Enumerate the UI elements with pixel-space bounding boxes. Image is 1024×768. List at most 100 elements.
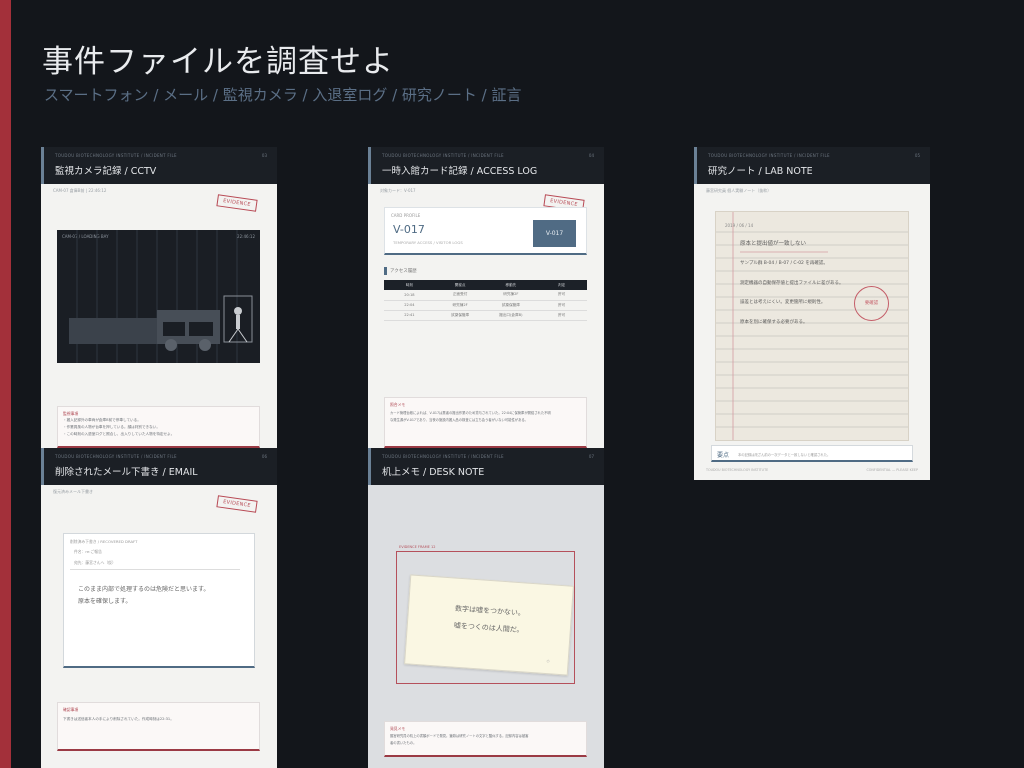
card-badge: V-017	[533, 220, 576, 247]
footer-right: CONFIDENTIAL — PLEASE KEEP	[866, 468, 919, 472]
footer-left: TOUDOU BIOTECHNOLOGY INSTITUTE	[706, 468, 769, 472]
card-profile: CARD PROFILE V-017 TEMPORARY ACCESS / VI…	[384, 207, 587, 255]
summary-text: 本の記録は改ざん前の一次データと一致しないと確認された。	[738, 453, 831, 457]
desk-note-card[interactable]: TOUDOU BIOTECHNOLOGY INSTITUTE / INCIDEN…	[368, 448, 604, 768]
note-line: 誤差とは考えにくい。変更箇所に規則性。	[740, 300, 826, 305]
table-cell: 搬出口(倉庫B)	[485, 310, 537, 321]
card-header: TOUDOU BIOTECHNOLOGY INSTITUTE / INCIDEN…	[368, 448, 604, 485]
discovery-memo: 発見メモ 藤宮研究員の机上の書類ボードで発見。筆跡は研究ノートの文字と酷似する。…	[384, 721, 587, 757]
card-caption: 藤宮研究員 個人実験ノート（抜粋）	[706, 188, 772, 193]
memo-title: 監視事項	[63, 411, 79, 416]
card-meta: TOUDOU BIOTECHNOLOGY INSTITUTE / INCIDEN…	[708, 153, 830, 158]
evidence-stamp: EVIDENCE	[216, 495, 258, 513]
table-cell: 試薬保管庫	[434, 310, 486, 321]
table-header: 開錠点	[434, 280, 486, 290]
card-caption: 復元済みメール下書き	[53, 489, 93, 494]
note-line: 原本を別に確保する必要がある。	[740, 320, 808, 325]
card-header: TOUDOU BIOTECHNOLOGY INSTITUTE / INCIDEN…	[368, 147, 604, 184]
note-line: サンプル群 B-04 / B-07 / C-02 を再確認。	[740, 261, 828, 266]
access-log-card[interactable]: TOUDOU BIOTECHNOLOGY INSTITUTE / INCIDEN…	[368, 147, 604, 448]
table-cell: 許可	[536, 300, 587, 311]
note-line: 原本と提出値が一致しない	[740, 241, 807, 247]
card-number: 07	[588, 454, 594, 459]
card-meta: TOUDOU BIOTECHNOLOGY INSTITUTE / INCIDEN…	[382, 454, 504, 459]
lab-note-card[interactable]: TOUDOU BIOTECHNOLOGY INSTITUTE / INCIDEN…	[694, 147, 930, 480]
memo-title: 照合メモ	[390, 402, 406, 407]
card-meta: TOUDOU BIOTECHNOLOGY INSTITUTE / INCIDEN…	[55, 454, 177, 459]
note-mark: ◇	[546, 658, 550, 664]
cctv-card[interactable]: TOUDOU BIOTECHNOLOGY INSTITUTE / INCIDEN…	[41, 147, 277, 448]
card-meta: TOUDOU BIOTECHNOLOGY INSTITUTE / INCIDEN…	[55, 153, 177, 158]
mail-body: 原本を確保します。	[78, 598, 132, 605]
table-header: 移動先	[485, 280, 537, 290]
memo-line: カード管理台帳によれば、V-017は業者の搬出作業のため貸与されていた。22:0…	[390, 411, 551, 415]
card-number: 06	[261, 454, 267, 459]
cctv-frame: CAM-07 / LOADING BAY 22:46:12	[57, 230, 260, 363]
card-number: 03	[261, 153, 267, 158]
table-cell: 20:18	[384, 290, 435, 301]
access-table: 時刻 開錠点 移動先 判定 20:18 正面受付 研究棟2F 許可 22:04 …	[384, 280, 587, 321]
mail-meta: 削除済み下書き / RECOVERED DRAFT	[70, 539, 138, 544]
note-date: 2019 / 06 / 14	[725, 223, 754, 228]
memo-line: 者の書いたもの。	[390, 741, 417, 745]
card-title: 監視カメラ記録 / CCTV	[55, 166, 157, 177]
mail-body: このまま内部で処理するのは危険だと思います。	[78, 586, 210, 593]
section-marker	[384, 267, 387, 275]
cross-check-memo: 照合メモ カード管理台帳によれば、V-017は業者の搬出作業のため貸与されていた…	[384, 397, 587, 448]
card-subtitle: TEMPORARY ACCESS / VISITOR LOGS	[393, 240, 463, 245]
profile-label: CARD PROFILE	[391, 213, 421, 218]
card-title: 机上メモ / DESK NOTE	[382, 467, 485, 478]
card-number: 04	[588, 153, 594, 158]
card-header: TOUDOU BIOTECHNOLOGY INSTITUTE / INCIDEN…	[694, 147, 930, 184]
table-row: 22:04 研究棟2F 試薬保管庫 許可	[384, 300, 587, 311]
page-title: 事件ファイルを調査せよ	[42, 44, 394, 80]
evidence-stamp: EVIDENCE	[216, 194, 258, 212]
table-cell: 研究棟2F	[434, 300, 486, 311]
table-cell: 22:41	[384, 310, 435, 321]
cctv-scene	[69, 230, 253, 363]
memo-line: ・この時刻の入退室ログと照合し、出入りしていた人物を特定せよ。	[63, 432, 175, 436]
observation-memo: 監視事項 ・搬入記録外の車両が倉庫B前で停車している。 ・作業員風の人物が台車を…	[57, 406, 260, 448]
note-text: 嘘をつくのは人間だ。	[453, 621, 524, 635]
memo-title: 確認事項	[63, 707, 79, 712]
card-title: 削除されたメール下書き / EMAIL	[55, 467, 198, 478]
card-caption: 対象カード：V-017	[380, 188, 416, 193]
card-header: TOUDOU BIOTECHNOLOGY INSTITUTE / INCIDEN…	[41, 448, 277, 485]
accent-bar	[0, 0, 11, 768]
card-title: 研究ノート / LAB NOTE	[708, 166, 813, 177]
check-memo: 確認事項 下書きは送信者本人の手により削除されていた。作成時刻は22:31。	[57, 702, 260, 751]
memo-line: ・搬入記録外の車両が倉庫B前で停車している。	[63, 418, 141, 422]
card-caption: CAM-07 倉庫B前 | 22:46:12	[53, 188, 107, 193]
card-meta: TOUDOU BIOTECHNOLOGY INSTITUTE / INCIDEN…	[382, 153, 504, 158]
table-cell: 試薬保管庫	[485, 300, 537, 311]
card-title: 一時入館カード記録 / ACCESS LOG	[382, 166, 538, 177]
table-cell: 正面受付	[434, 290, 486, 301]
memo-line: 下書きは送信者本人の手により削除されていた。作成時刻は22:31。	[63, 717, 174, 721]
sticky-note: 数字は嘘をつかない。 嘘をつくのは人間だ。 ◇	[404, 574, 574, 676]
table-row: 20:18 正面受付 研究棟2F 許可	[384, 290, 587, 301]
frame-label: EVIDENCE FRAME 12	[399, 545, 436, 549]
table-cell: 研究棟2F	[485, 290, 537, 301]
page-subtitle: スマートフォン / メール / 監視カメラ / 入退室ログ / 研究ノート / …	[44, 86, 522, 104]
table-cell: 許可	[536, 310, 587, 321]
memo-line: 藤宮研究員の机上の書類ボードで発見。筆跡は研究ノートの文字と酷似する。記録内容は…	[390, 734, 529, 738]
notebook-page: 2019 / 06 / 14 原本と提出値が一致しない サンプル群 B-04 /…	[715, 211, 909, 441]
note-summary-box: 要点 本の記録は改ざん前の一次データと一致しないと確認された。	[711, 445, 913, 462]
table-cell: 22:04	[384, 300, 435, 311]
memo-line: ・作業員風の人物が台車を押している。顔は判別できない。	[63, 425, 160, 429]
mail-recipient: 宛先：藤宮さんへ（仮）	[74, 560, 116, 565]
table-header: 判定	[536, 280, 587, 290]
note-line: 測定機器の自動保存値と提出ファイルに差がある。	[740, 281, 844, 286]
table-header: 時刻	[384, 280, 435, 290]
card-header: TOUDOU BIOTECHNOLOGY INSTITUTE / INCIDEN…	[41, 147, 277, 184]
mail-subject: 件名：re:ご報告	[74, 549, 102, 554]
email-card[interactable]: TOUDOU BIOTECHNOLOGY INSTITUTE / INCIDEN…	[41, 448, 277, 768]
card-id: V-017	[393, 223, 425, 236]
mail-divider	[70, 569, 240, 570]
review-seal: 要確認	[854, 286, 889, 321]
table-row: 22:41 試薬保管庫 搬出口(倉庫B) 許可	[384, 310, 587, 321]
note-text: 数字は嘘をつかない。	[454, 604, 526, 618]
email-draft: 削除済み下書き / RECOVERED DRAFT 件名：re:ご報告 宛先：藤…	[63, 533, 255, 668]
summary-label: 要点	[717, 452, 730, 459]
evidence-frame: EVIDENCE FRAME 12 数字は嘘をつかない。 嘘をつくのは人間だ。 …	[396, 545, 575, 684]
